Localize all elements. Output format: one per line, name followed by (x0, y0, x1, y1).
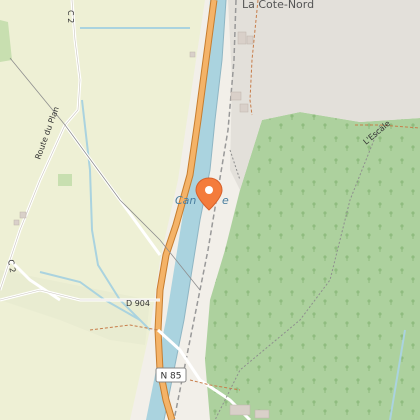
place-label-la-cote-nord: La Cote-Nord (242, 0, 314, 11)
road-shield-n85: N 85 (155, 367, 187, 383)
map-view[interactable]: La Cote-Nord C 2 Route du Plan C 2 Can e… (0, 0, 420, 420)
canal-label-right: e (222, 194, 229, 207)
green-patch (58, 174, 72, 186)
road-label-d904: D 904 (126, 299, 150, 308)
canal-label: Can (175, 194, 196, 207)
svg-text:N 85: N 85 (160, 372, 181, 382)
road-label-c2-top: C 2 (66, 10, 75, 23)
map-canvas[interactable]: La Cote-Nord C 2 Route du Plan C 2 Can e… (0, 0, 420, 420)
